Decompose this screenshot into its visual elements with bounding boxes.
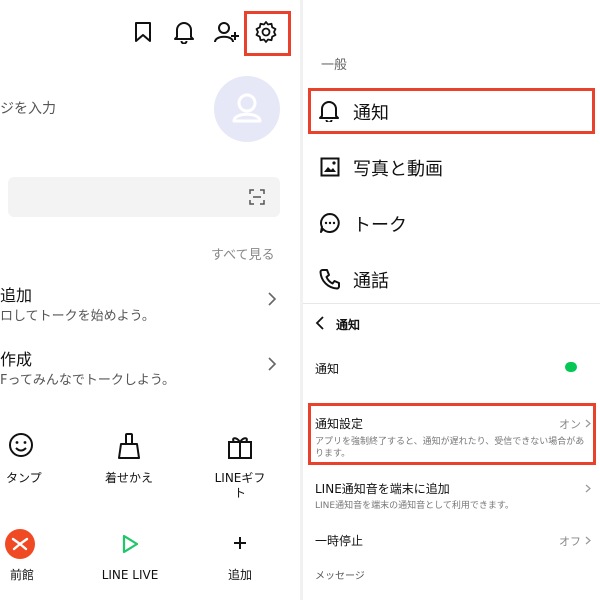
section-divider — [303, 303, 600, 304]
status-message-placeholder[interactable]: ジを入力 — [0, 98, 56, 118]
notifications-toggle-label: 通知 — [315, 362, 340, 376]
back-chevron-icon[interactable] — [315, 315, 325, 331]
home-panel: ジを入力 すべて見る 追加 ロしてトークを始めよう。 作成 Fってみんなでトーク… — [0, 0, 300, 600]
settings-panel: 一般 通知 写真と動画 トーク 通話 通知 通知 通知設定 オン アプリを強制終… — [303, 0, 600, 600]
bell-icon[interactable] — [173, 20, 195, 44]
chevron-right-icon — [585, 536, 591, 545]
notifications-toggle-switch[interactable] — [565, 362, 577, 372]
section-label-general: 一般 — [321, 58, 348, 73]
pause-row[interactable]: 一時停止 オフ — [303, 528, 600, 556]
bookmark-icon[interactable] — [133, 21, 153, 43]
pause-value: オフ — [559, 535, 581, 548]
row-subtitle: Fってみんなでトークしよう。 — [0, 373, 176, 388]
smile-icon — [8, 432, 34, 458]
grid-item-add[interactable]: 追加 — [204, 528, 276, 588]
row-title: 作成 — [0, 350, 33, 369]
notification-settings-highlight-box — [308, 403, 596, 465]
grid-item-sticker-shop[interactable]: タンプ — [0, 432, 60, 492]
line-sound-row[interactable]: LINE通知音を端末に追加 LINE通知音を端末の通知音として利用できます。 — [303, 474, 600, 518]
brush-icon — [115, 432, 143, 460]
menu-item-photos-videos[interactable]: 写真と動画 — [303, 144, 600, 192]
row-subtitle: ロしてトークを始めよう。 — [0, 309, 155, 324]
grid-label: 追加 — [227, 568, 252, 582]
pause-title: 一時停止 — [315, 534, 364, 548]
chevron-right-icon — [267, 291, 277, 307]
grid-label: タンプ — [6, 471, 42, 485]
create-group-row[interactable]: 作成 Fってみんなでトークしよう。 — [0, 344, 290, 394]
grid-item-theme-shop[interactable]: 着せかえ — [96, 432, 162, 492]
demae-icon — [4, 528, 36, 560]
grid-label: 着せかえ — [104, 471, 153, 485]
phone-icon — [319, 268, 341, 290]
grid-label: LINEギフト — [214, 471, 266, 500]
avatar[interactable] — [214, 76, 280, 142]
menu-label: 通話 — [353, 271, 389, 292]
chevron-right-icon — [585, 484, 591, 493]
menu-item-calls[interactable]: 通話 — [303, 256, 600, 304]
menu-item-chats[interactable]: トーク — [303, 200, 600, 248]
search-bar[interactable] — [8, 177, 280, 217]
gift-icon — [226, 432, 254, 460]
gear-highlight-box — [244, 11, 291, 56]
add-friend-row[interactable]: 追加 ロしてトークを始めよう。 — [0, 280, 290, 330]
line-sound-title: LINE通知音を端末に追加 — [315, 482, 450, 496]
qr-scan-icon[interactable] — [249, 189, 265, 205]
row-title: 追加 — [0, 286, 33, 305]
photo-icon — [320, 157, 340, 177]
grid-item-line-live[interactable]: LINE LIVE — [96, 528, 166, 588]
grid-item-demae-can[interactable]: 前館 — [0, 528, 60, 588]
line-sound-desc: LINE通知音を端末の通知音として利用できます。 — [315, 501, 514, 511]
add-friend-icon[interactable] — [214, 20, 240, 44]
grid-item-line-gift[interactable]: LINEギフト — [204, 432, 276, 502]
plus-icon — [233, 536, 247, 550]
chat-icon — [319, 212, 341, 234]
notifications-screen-title: 通知 — [336, 318, 361, 332]
play-icon — [120, 534, 140, 554]
menu-label: トーク — [353, 215, 407, 236]
grid-label: LINE LIVE — [101, 568, 159, 582]
see-all-link[interactable]: すべて見る — [211, 244, 275, 263]
message-section-label: メッセージ — [315, 571, 365, 582]
notifications-highlight-box — [308, 88, 595, 134]
grid-label: 前館 — [10, 568, 35, 582]
notifications-toggle-row[interactable]: 通知 — [303, 352, 600, 384]
chevron-right-icon — [267, 356, 277, 372]
menu-label: 写真と動画 — [353, 159, 443, 180]
